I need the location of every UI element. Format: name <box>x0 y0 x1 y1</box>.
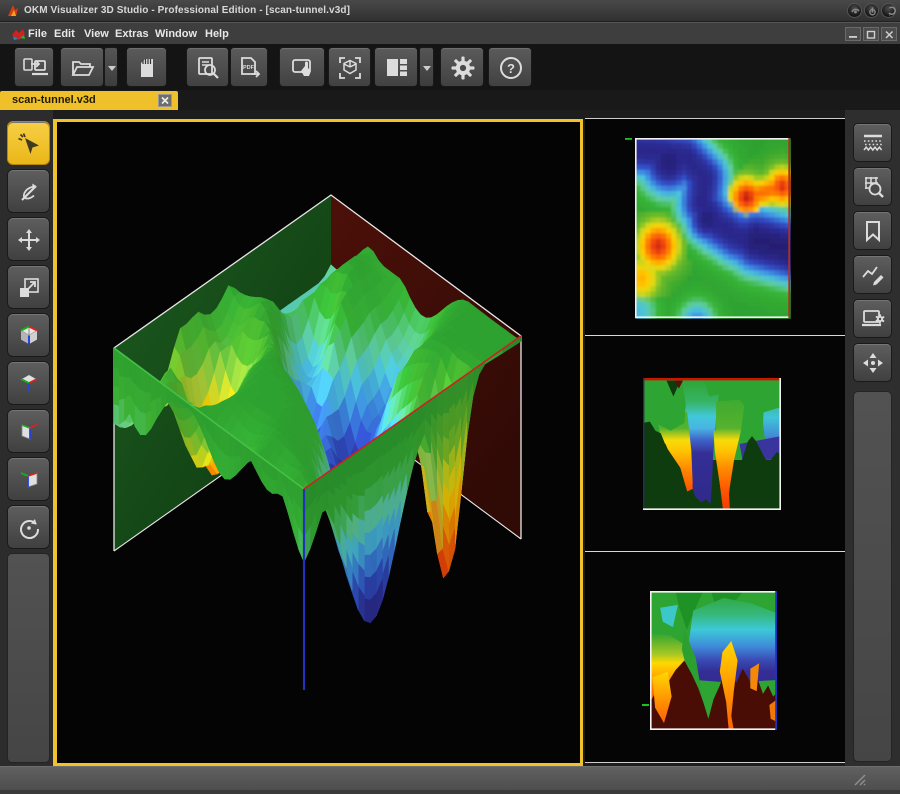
svg-text:PDF: PDF <box>243 65 255 71</box>
svg-text:?: ? <box>507 61 515 76</box>
